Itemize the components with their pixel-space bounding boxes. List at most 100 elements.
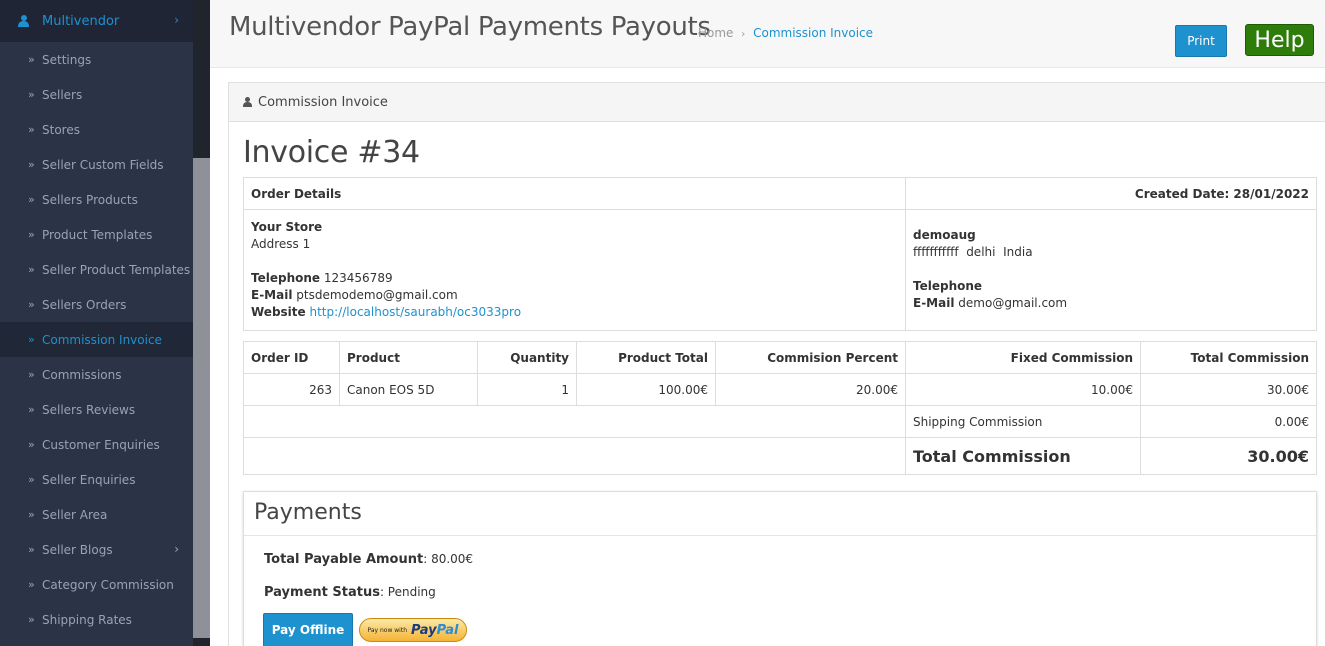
sidebar-item-label: Seller Custom Fields [42, 157, 164, 172]
payment-status: Payment Status: Pending [264, 585, 436, 600]
sidebar-item-settings[interactable]: » Settings [0, 42, 193, 77]
payments-panel: Payments Total Payable Amount: 80.00€ Pa… [243, 491, 1317, 646]
print-button[interactable]: Print [1175, 25, 1227, 57]
double-chevron-right-icon: » [28, 158, 35, 171]
user-icon [18, 15, 29, 27]
order-details-table: Order Details Created Date: 28/01/2022 Y… [243, 177, 1317, 331]
sidebar-item-product-templates[interactable]: » Product Templates [0, 217, 193, 252]
col-quantity: Quantity [477, 341, 577, 374]
cell-total-commission: 30.00€ [1140, 373, 1317, 406]
double-chevron-right-icon: » [28, 53, 35, 66]
invoice-panel: Commission Invoice Invoice #34 Order Det… [228, 82, 1325, 646]
sidebar-item-category-commission[interactable]: » Category Commission [0, 567, 193, 602]
scrollbar-thumb[interactable] [193, 158, 210, 638]
col-fixed-commission: Fixed Commission [905, 341, 1141, 374]
sidebar-item-stores[interactable]: » Stores [0, 112, 193, 147]
sidebar-item-label: Shipping Rates [42, 612, 132, 627]
seller-name: demoaug [913, 228, 976, 242]
sidebar-item-label: Seller Blogs [42, 542, 113, 557]
double-chevron-right-icon: » [28, 123, 35, 136]
sidebar-item-customer-enquiries[interactable]: » Customer Enquiries [0, 427, 193, 462]
sidebar-item-commission-invoice[interactable]: » Commission Invoice [0, 322, 193, 357]
page-header: Multivendor PayPal Payments Payouts Home… [210, 0, 1325, 68]
status-value: : Pending [379, 585, 436, 599]
sidebar-item-seller-blogs[interactable]: » Seller Blogs › [0, 532, 193, 567]
double-chevron-right-icon: » [28, 473, 35, 486]
col-product-total: Product Total [576, 341, 716, 374]
double-chevron-right-icon: » [28, 613, 35, 626]
sidebar-item-label: Category Commission [42, 577, 174, 592]
breadcrumb-separator-icon: › [741, 29, 746, 40]
sidebar-item-commissions[interactable]: » Commissions [0, 357, 193, 392]
panel-heading: Commission Invoice [229, 83, 1325, 122]
breadcrumb-current[interactable]: Commission Invoice [753, 26, 873, 40]
sidebar-item-sellers-reviews[interactable]: » Sellers Reviews [0, 392, 193, 427]
double-chevron-right-icon: » [28, 298, 35, 311]
col-product: Product [339, 341, 478, 374]
sidebar-item-seller-product-templates[interactable]: » Seller Product Templates [0, 252, 193, 287]
breadcrumb-home[interactable]: Home [698, 26, 733, 40]
cell-fixed-commission: 10.00€ [905, 373, 1141, 406]
store-website-link[interactable]: http://localhost/saurabh/oc3033pro [310, 305, 522, 319]
payments-title: Payments [244, 492, 1316, 536]
sidebar-header-label: Multivendor [42, 13, 120, 29]
seller-info: demoaug fffffffffff delhi India Telephon… [905, 209, 1317, 331]
paypal-button[interactable]: Pay now with PayPal [359, 618, 467, 642]
chevron-right-icon: › [174, 13, 179, 27]
sidebar-item-label: Commissions [42, 367, 122, 382]
user-icon [243, 97, 252, 107]
seller-email-label: E-Mail [913, 296, 955, 310]
cell-product: Canon EOS 5D [339, 373, 478, 406]
paypal-logo-pay: Pay [411, 622, 437, 638]
sidebar-item-label: Sellers [42, 87, 83, 102]
cell-commision-percent: 20.00€ [715, 373, 906, 406]
double-chevron-right-icon: » [28, 508, 35, 521]
sidebar-header-multivendor[interactable]: Multivendor › [0, 0, 193, 42]
pay-offline-button[interactable]: Pay Offline [263, 613, 353, 646]
payable-value: : 80.00€ [423, 552, 474, 566]
sidebar-item-label: Seller Area [42, 507, 108, 522]
paypal-logo-pal: Pal [436, 622, 459, 638]
double-chevron-right-icon: » [28, 88, 35, 101]
sidebar-item-label: Stores [42, 122, 80, 137]
sidebar-item-sellers[interactable]: » Sellers [0, 77, 193, 112]
sidebar-item-sellers-orders[interactable]: » Sellers Orders [0, 287, 193, 322]
seller-email: demo@gmail.com [958, 296, 1068, 310]
table-header-row: Order ID Product Quantity Product Total … [243, 341, 1317, 374]
col-commision-percent: Commision Percent [715, 341, 906, 374]
cell-quantity: 1 [477, 373, 577, 406]
sidebar-item-shipping-rates[interactable]: » Shipping Rates [0, 602, 193, 637]
sidebar-item-seller-area[interactable]: » Seller Area [0, 497, 193, 532]
order-details-label: Order Details [243, 177, 906, 210]
double-chevron-right-icon: » [28, 228, 35, 241]
sidebar-item-seller-enquiries[interactable]: » Seller Enquiries [0, 462, 193, 497]
sidebar-item-seller-custom-fields[interactable]: » Seller Custom Fields [0, 147, 193, 182]
shipping-commission-value: 0.00€ [1140, 405, 1317, 438]
total-commission-value: 30.00€ [1140, 437, 1317, 475]
paypal-logo: PayPal [411, 623, 458, 638]
sidebar-item-label: Commission Invoice [42, 332, 162, 347]
total-commission-label: Total Commission [905, 437, 1141, 475]
paypal-small-text: Pay now with [367, 626, 408, 634]
payable-amount: Total Payable Amount: 80.00€ [264, 552, 473, 567]
sidebar-item-label: Sellers Reviews [42, 402, 136, 417]
panel-heading-label: Commission Invoice [258, 94, 388, 110]
telephone-label: Telephone [251, 271, 321, 285]
double-chevron-right-icon: » [28, 543, 35, 556]
double-chevron-right-icon: » [28, 403, 35, 416]
total-row: Total Commission 30.00€ [243, 437, 1317, 475]
double-chevron-right-icon: » [28, 193, 35, 206]
sidebar-item-label: Product Templates [42, 227, 153, 242]
main-content: Multivendor PayPal Payments Payouts Home… [210, 0, 1325, 646]
sidebar-item-sellers-products[interactable]: » Sellers Products [0, 182, 193, 217]
store-info: Your Store Address 1 Telephone 123456789… [243, 209, 906, 331]
double-chevron-right-icon: » [28, 368, 35, 381]
sidebar-item-label: Customer Enquiries [42, 437, 160, 452]
sidebar-item-label: Sellers Orders [42, 297, 127, 312]
help-button[interactable]: Help [1245, 24, 1314, 56]
shipping-row: Shipping Commission 0.00€ [243, 405, 1317, 438]
sidebar-scrollbar[interactable] [193, 0, 210, 646]
cell-order-id: 263 [243, 373, 340, 406]
col-order-id: Order ID [243, 341, 340, 374]
col-total-commission: Total Commission [1140, 341, 1317, 374]
